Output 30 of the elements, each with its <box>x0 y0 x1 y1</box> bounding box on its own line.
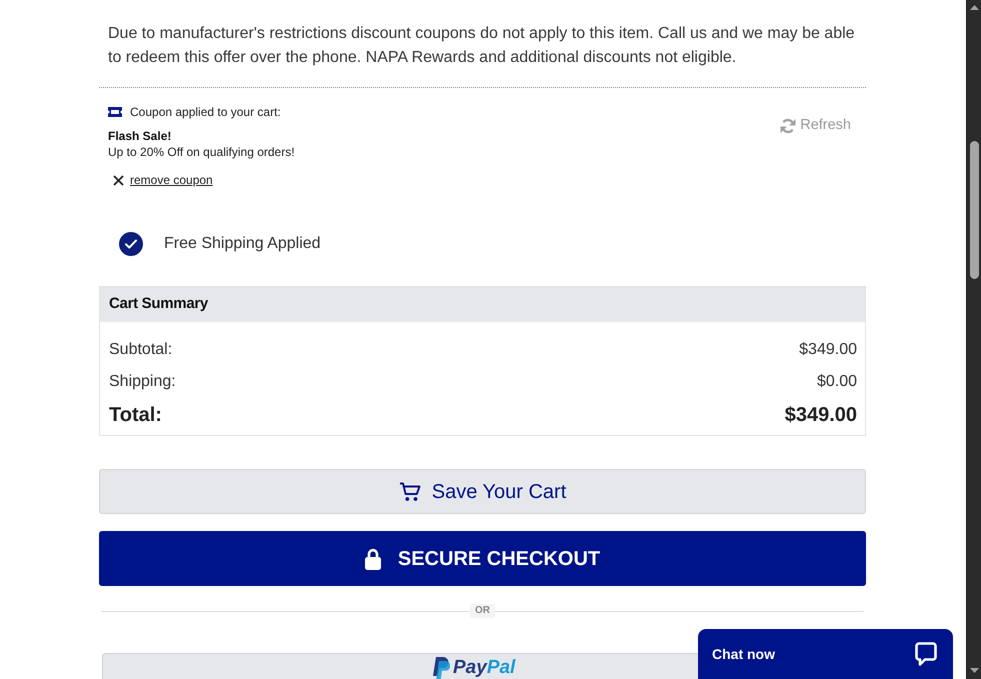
summary-amount: $349.00 <box>799 340 857 360</box>
cart-summary-header: Cart Summary <box>100 287 865 322</box>
paypal-button[interactable]: PayPal <box>102 653 698 679</box>
notice-text: Due to manufacturer's restrictions discount coupons do not apply to this item. Call us and we may be able to redeem this offer over the phone. NAPA Rewards and additional discounts not eligible. <box>99 22 866 88</box>
secure-checkout-button[interactable]: SECURE CHECKOUT <box>99 531 866 586</box>
coupon-description: Up to 20% Off on qualifying orders! <box>108 144 295 160</box>
scrollbar-thumb[interactable] <box>970 141 978 279</box>
lock-icon <box>364 548 381 570</box>
scrollbar[interactable] <box>966 0 981 679</box>
free-shipping-text: Free Shipping Applied <box>164 234 321 254</box>
refresh-icon <box>780 118 796 134</box>
coupon-name: Flash Sale! <box>108 128 172 144</box>
logo-mark-icon <box>432 657 450 679</box>
scroll-up-arrow-icon[interactable] <box>970 5 978 10</box>
summary-label: Subtotal: <box>109 340 172 360</box>
close-icon <box>113 174 124 186</box>
chat-bubble-icon <box>915 642 937 666</box>
divider-label: OR <box>470 604 495 618</box>
scroll-down-arrow-icon[interactable] <box>970 668 978 673</box>
summary-amount: $0.00 <box>816 372 857 392</box>
save-cart-button[interactable]: Save Your Cart <box>99 469 866 514</box>
summary-label: Shipping: <box>109 372 176 392</box>
check-circle-icon <box>119 232 143 256</box>
remove-coupon-link[interactable]: remove coupon <box>113 172 213 188</box>
chat-now-button[interactable]: Chat now <box>698 629 953 679</box>
total-label: Total: <box>109 403 162 428</box>
total-amount: $349.00 <box>784 403 857 428</box>
ticket-icon <box>108 107 122 117</box>
cart-icon <box>398 482 421 502</box>
coupon-heading: Coupon applied to your cart: <box>130 104 281 120</box>
